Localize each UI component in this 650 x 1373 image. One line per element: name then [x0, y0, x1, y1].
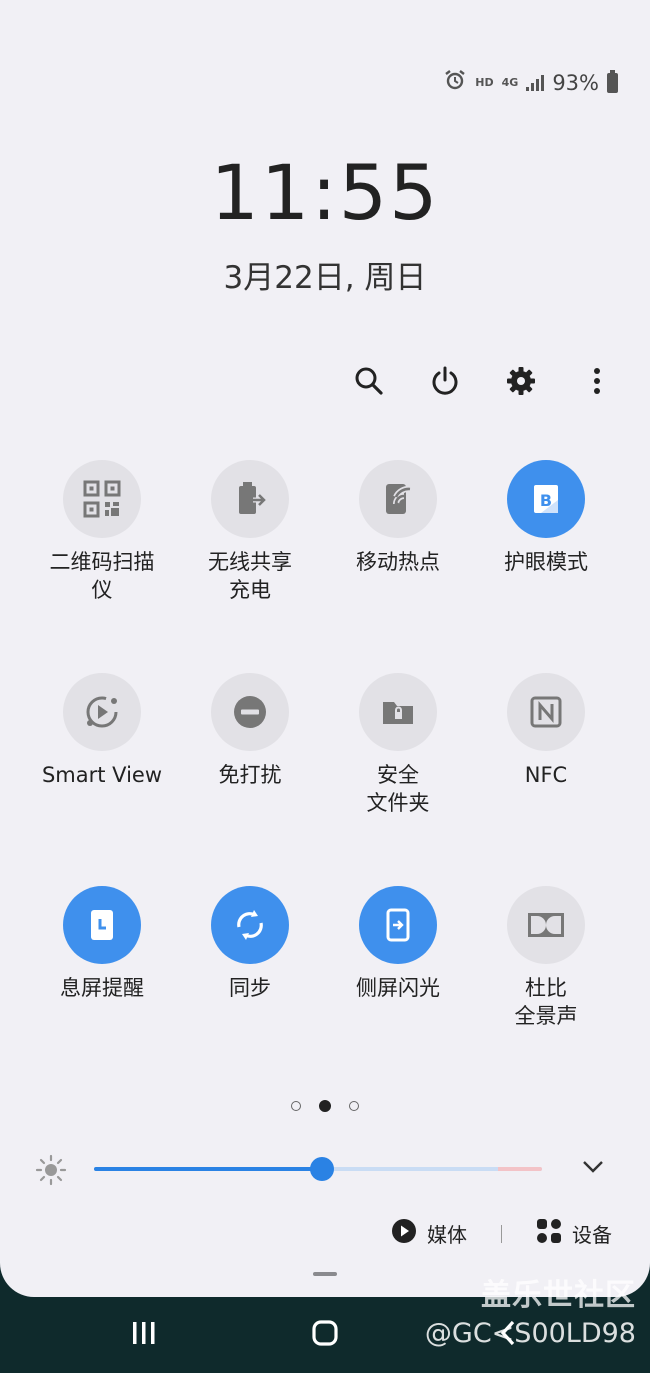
tile-label: 免打扰	[218, 763, 282, 787]
recent-apps-icon[interactable]	[131, 1319, 157, 1351]
power-icon[interactable]	[424, 360, 466, 402]
sync-icon[interactable]	[211, 886, 289, 964]
tile-dolby-atmos: 杜比 全景声	[472, 886, 620, 1030]
page-indicator	[0, 1100, 650, 1112]
tile-label: NFC	[524, 763, 568, 787]
play-icon	[391, 1218, 417, 1249]
qr-code-icon[interactable]	[63, 460, 141, 538]
tile-label: 安全 文件夹	[366, 763, 430, 815]
battery-percent: 93%	[552, 70, 599, 95]
media-button[interactable]: 媒体	[391, 1218, 467, 1249]
quick-panel: HD 4G 93% 11:55 3月22日, 周日 二维码扫描 仪 无线共享 充…	[0, 0, 650, 1297]
tile-smart-view: Smart View	[28, 673, 176, 789]
page-dot[interactable]	[319, 1100, 331, 1112]
brightness-high-zone	[498, 1167, 542, 1171]
nfc-icon[interactable]	[507, 673, 585, 751]
tile-nfc: NFC	[472, 673, 620, 789]
tile-label: Smart View	[41, 763, 163, 787]
brightness-icon	[34, 1153, 68, 1191]
tile-label: 侧屏闪光	[356, 976, 440, 1000]
edge-lighting-icon[interactable]	[359, 886, 437, 964]
more-vert-icon[interactable]	[576, 360, 618, 402]
tile-wireless-powershare: 无线共享 充电	[176, 460, 324, 604]
watermark-handle: @GC<S00LD98	[424, 1318, 636, 1349]
clock-time: 11:55	[210, 148, 440, 237]
wireless-powershare-icon[interactable]	[211, 460, 289, 538]
blue-light-filter-icon[interactable]: B	[507, 460, 585, 538]
svg-text:B: B	[540, 491, 552, 510]
tile-always-on-display: 息屏提醒	[28, 886, 176, 1002]
tile-hotspot: 移动热点	[324, 460, 472, 576]
tile-qr-scanner: 二维码扫描 仪	[28, 460, 176, 604]
signal-icon	[526, 74, 545, 91]
tile-label: 同步	[229, 976, 271, 1000]
chevron-down-icon[interactable]	[582, 1159, 604, 1178]
page-dot[interactable]	[291, 1101, 301, 1111]
tile-label: 无线共享 充电	[208, 550, 292, 602]
tile-secure-folder: 安全 文件夹	[324, 673, 472, 817]
divider	[501, 1224, 502, 1243]
hd-indicator: HD	[475, 76, 494, 89]
brightness-slider-thumb[interactable]	[310, 1157, 334, 1181]
search-icon[interactable]	[348, 360, 390, 402]
media-devices-bar: 媒体 设备	[391, 1218, 612, 1249]
alarm-icon	[443, 68, 467, 97]
panel-drag-handle[interactable]	[313, 1272, 337, 1276]
watermark-title: 盖乐世社区	[481, 1278, 636, 1313]
dolby-atmos-icon[interactable]	[507, 886, 585, 964]
tile-label: 护眼模式	[504, 550, 588, 574]
devices-button[interactable]: 设备	[536, 1218, 612, 1249]
quick-panel-toolbar	[348, 360, 618, 402]
tile-label: 息屏提醒	[60, 976, 144, 1000]
media-label: 媒体	[427, 1223, 467, 1247]
brightness-control	[34, 1150, 614, 1190]
tile-label: 二维码扫描 仪	[49, 550, 155, 602]
brightness-fill	[94, 1167, 322, 1171]
tile-blue-light-filter: B 护眼模式	[472, 460, 620, 576]
battery-icon	[607, 69, 618, 93]
tile-do-not-disturb: 免打扰	[176, 673, 324, 789]
status-bar: HD 4G 93%	[443, 68, 618, 97]
devices-icon	[536, 1218, 562, 1249]
always-on-display-icon[interactable]	[63, 886, 141, 964]
hotspot-icon[interactable]	[359, 460, 437, 538]
smart-view-icon[interactable]	[63, 673, 141, 751]
tile-edge-lighting: 侧屏闪光	[324, 886, 472, 1002]
secure-folder-icon[interactable]	[359, 673, 437, 751]
devices-label: 设备	[572, 1223, 612, 1247]
home-icon[interactable]	[311, 1319, 339, 1351]
do-not-disturb-icon[interactable]	[211, 673, 289, 751]
tile-label: 移动热点	[356, 550, 440, 574]
settings-icon[interactable]	[500, 360, 542, 402]
tile-sync: 同步	[176, 886, 324, 1002]
network-type: 4G	[501, 76, 519, 89]
clock-date: 3月22日, 周日	[223, 260, 427, 296]
tile-label: 杜比 全景声	[514, 976, 578, 1028]
page-dot[interactable]	[349, 1101, 359, 1111]
